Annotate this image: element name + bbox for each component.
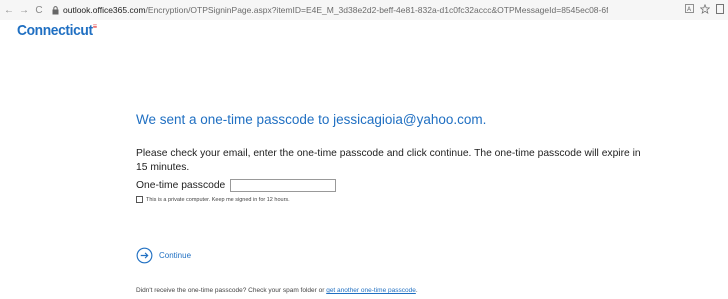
remember-label: This is a private computer. Keep me sign… (146, 196, 290, 203)
logo-text: Connecticut (17, 22, 93, 39)
remember-checkbox[interactable] (136, 196, 143, 203)
arrow-circle-icon[interactable] (136, 247, 153, 264)
star-icon[interactable] (699, 3, 711, 17)
footer-end: . (415, 287, 418, 294)
toolbar-actions: A (685, 0, 724, 20)
otp-input[interactable] (230, 179, 337, 192)
address-bar[interactable]: outlook.office365.com/Encryption/OTPSign… (63, 5, 608, 15)
remember-row: This is a private computer. Keep me sign… (136, 196, 290, 203)
page-title: We sent a one-time passcode to jessicagi… (136, 112, 487, 127)
footer-text: Didn't receive the one-time passcode? Ch… (136, 287, 418, 294)
lock-icon[interactable] (51, 5, 60, 15)
forward-icon[interactable]: → (18, 5, 30, 16)
reload-icon[interactable]: C (33, 5, 45, 16)
url-path: /Encryption/OTPSigninPage.aspx?itemID=E4… (145, 5, 608, 15)
back-icon[interactable]: ← (3, 5, 15, 16)
otp-row: One-time passcode (136, 179, 337, 192)
url-domain: outlook.office365.com (63, 5, 146, 15)
otp-label: One-time passcode (136, 180, 226, 191)
svg-text:A: A (687, 6, 692, 13)
continue-button[interactable]: Continue (136, 247, 191, 264)
flag-icon: ≡ (92, 22, 97, 31)
window-icon[interactable] (716, 3, 724, 17)
continue-label[interactable]: Continue (159, 251, 191, 260)
resend-passcode-link[interactable]: get another one-time passcode (326, 287, 416, 294)
browser-toolbar: ← → C outlook.office365.com/Encryption/O… (0, 0, 728, 20)
instructions-text: Please check your email, enter the one-t… (136, 148, 641, 173)
footer-prefix: Didn't receive the one-time passcode? Ch… (136, 287, 327, 294)
connecticut-logo: Connecticut≡ (17, 22, 97, 39)
translate-icon[interactable]: A (685, 4, 694, 16)
